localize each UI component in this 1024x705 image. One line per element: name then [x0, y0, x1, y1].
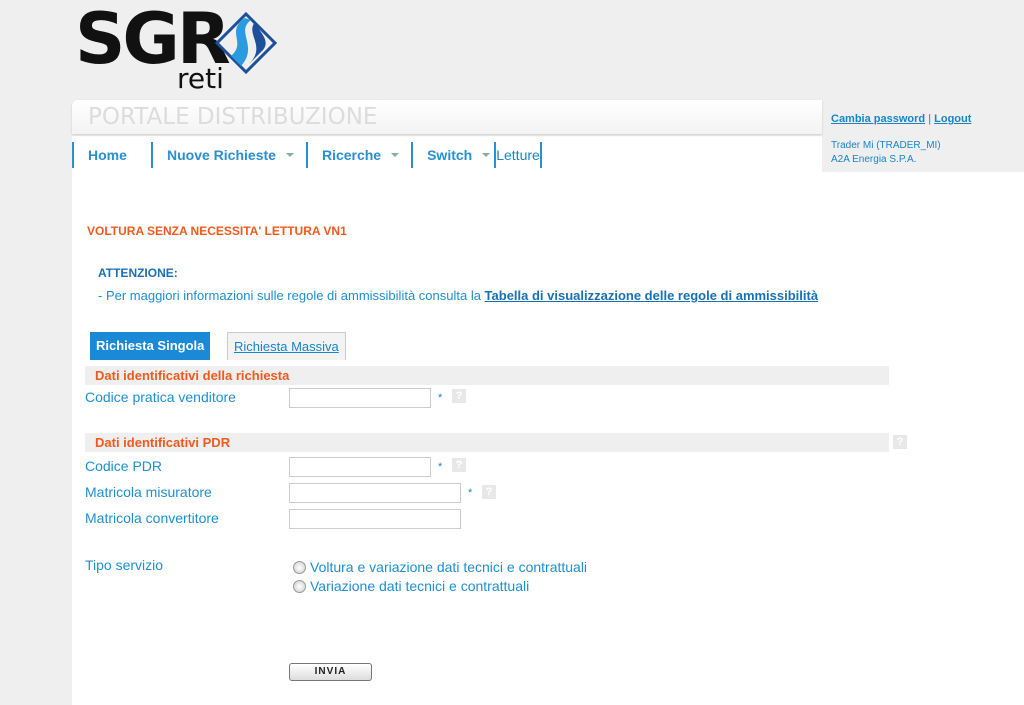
page-title: VOLTURA SENZA NECESSITA' LETTURA VN1 [87, 224, 347, 238]
tab-richiesta-singola[interactable]: Richiesta Singola [90, 332, 211, 360]
user-info: Trader Mi (TRADER_MI) A2A Energia S.P.A. [831, 140, 941, 165]
help-icon[interactable]: ? [452, 389, 466, 403]
tab-richiesta-massiva[interactable]: Richiesta Massiva [227, 332, 346, 360]
nav-switch[interactable]: Switch [411, 142, 494, 168]
chevron-down-icon [482, 153, 491, 157]
nav-ricerche[interactable]: Ricerche [305, 142, 411, 168]
logout-link[interactable]: Logout [934, 113, 971, 125]
nav-home[interactable]: Home [72, 142, 151, 168]
nav-letture[interactable]: Letture [494, 142, 542, 168]
matricola-misuratore-label: Matricola misuratore [85, 484, 212, 500]
portal-title-bar: PORTALE DISTRIBUZIONE [72, 100, 822, 134]
radio-variazione[interactable]: Variazione dati tecnici e contrattuali [293, 578, 529, 594]
chevron-down-icon [391, 153, 400, 157]
radio-button[interactable] [293, 579, 306, 593]
attention-heading: ATTENZIONE: [98, 266, 178, 280]
radio-button[interactable] [293, 560, 306, 574]
help-icon[interactable]: ? [893, 435, 907, 449]
codice-pratica-label: Codice pratica venditore [85, 389, 236, 405]
section-richiesta: Dati identificativi della richiesta [85, 366, 889, 385]
codice-pratica-input[interactable] [289, 388, 431, 408]
submit-button[interactable]: INVIA [289, 663, 372, 681]
radio-voltura-variazione[interactable]: Voltura e variazione dati tecnici e cont… [293, 559, 587, 575]
codice-pdr-label: Codice PDR [85, 458, 163, 474]
logo-flame-icon [215, 12, 277, 74]
rules-table-link[interactable]: Tabella di visualizzazione delle regole … [485, 288, 819, 303]
change-password-link[interactable]: Cambia password [831, 113, 925, 125]
section-pdr: Dati identificativi PDR [85, 433, 889, 452]
chevron-down-icon [285, 153, 294, 157]
info-text: - Per maggiori informazioni sulle regole… [98, 288, 819, 303]
content-area [72, 136, 1024, 705]
matricola-convertitore-input[interactable] [289, 509, 461, 529]
matricola-misuratore-input[interactable] [289, 483, 461, 503]
main-nav: Home Nuove Richieste Ricerche Switch Let… [72, 142, 542, 168]
help-icon[interactable]: ? [482, 485, 496, 499]
codice-pdr-input[interactable] [289, 457, 431, 477]
nav-nuove-richieste[interactable]: Nuove Richieste [151, 142, 306, 168]
matricola-convertitore-label: Matricola convertitore [85, 510, 219, 526]
sgr-reti-logo: SGR reti [75, 0, 285, 96]
help-icon[interactable]: ? [452, 458, 466, 472]
tipo-servizio-label: Tipo servizio [85, 557, 164, 573]
